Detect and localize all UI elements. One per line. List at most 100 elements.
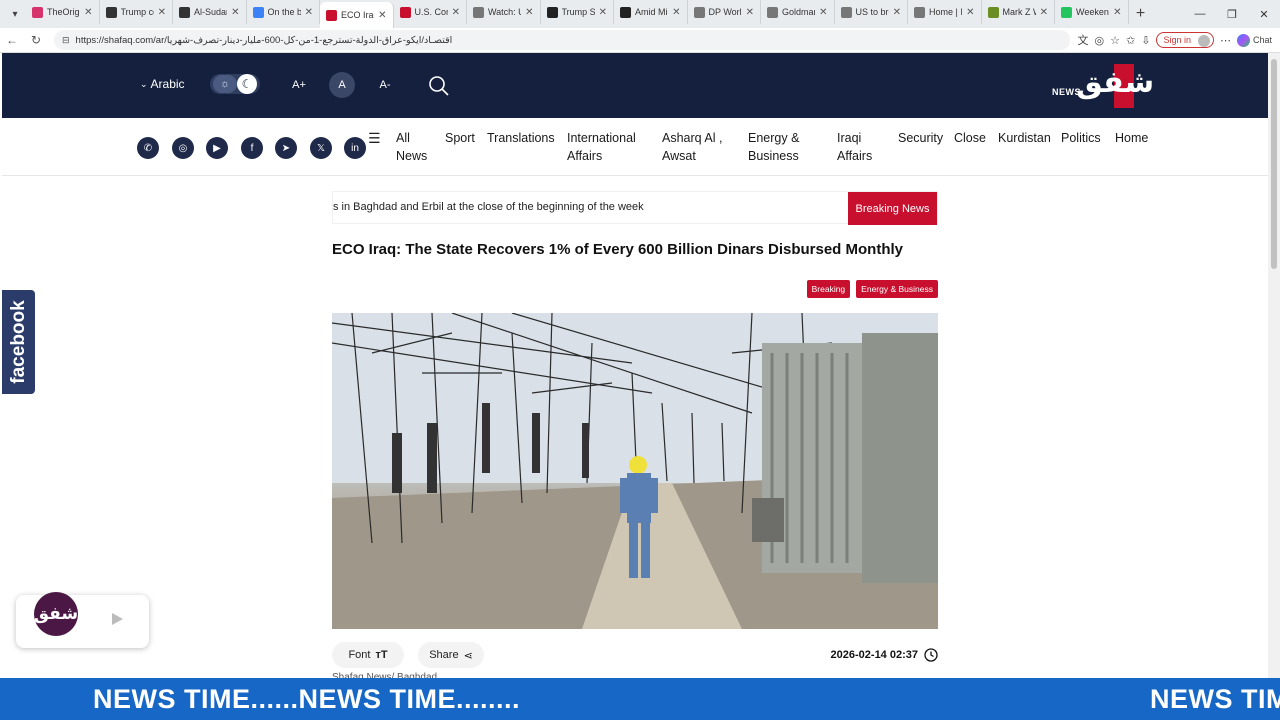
tab-close-icon[interactable]: ✕	[1113, 7, 1121, 18]
address-bar: ← ↻ ⊟ https://shafaq.com/ar/اقتصـاد/ايكو…	[0, 28, 1280, 53]
tab-close-icon[interactable]: ✕	[672, 7, 680, 18]
nav-item-international-affairs[interactable]: International Affairs	[567, 129, 636, 165]
font-reset-button[interactable]: A	[329, 72, 355, 98]
minimize-icon[interactable]: —	[1184, 0, 1216, 28]
nav-item-close[interactable]: Close	[954, 129, 986, 147]
play-icon[interactable]	[112, 613, 123, 625]
downloads-icon[interactable]: ⇩	[1141, 34, 1150, 47]
tab-close-icon[interactable]: ✕	[452, 7, 460, 18]
browser-tab[interactable]: Watch: Ur ✕	[467, 0, 541, 24]
nav-item-home[interactable]: Home	[1115, 129, 1148, 147]
whatsapp-icon[interactable]: ✆	[137, 137, 159, 159]
facebook-icon[interactable]: f	[241, 137, 263, 159]
browser-tab[interactable]: On the bri ✕	[247, 0, 320, 24]
back-icon[interactable]: ←	[0, 28, 24, 52]
tab-close-icon[interactable]: ✕	[966, 7, 974, 18]
browser-tab[interactable]: DP World ✕	[688, 0, 761, 24]
translate-icon[interactable]: 文	[1078, 32, 1089, 48]
url-text: https://shafaq.com/ar/اقتصـاد/ايكو-عراق-…	[75, 34, 453, 46]
nav-item-kurdistan[interactable]: Kurdistan	[998, 129, 1051, 147]
clock-icon	[924, 648, 938, 662]
telegram-icon[interactable]: ➤	[275, 137, 297, 159]
tab-list-chevron-icon[interactable]: ▾	[4, 3, 26, 25]
restore-icon[interactable]: ❐	[1216, 0, 1248, 28]
instagram-icon[interactable]: ◎	[172, 137, 194, 159]
tab-close-icon[interactable]: ✕	[746, 7, 754, 18]
menu-icon[interactable]: ☰	[368, 130, 381, 147]
browser-tab[interactable]: Al-Sudan ✕	[173, 0, 247, 24]
tab-close-icon[interactable]: ✕	[84, 7, 92, 18]
browser-tab[interactable]: Weekend ✕	[1055, 0, 1129, 24]
tab-close-icon[interactable]: ✕	[893, 7, 901, 18]
theme-toggle[interactable]: ☼ ☾	[210, 74, 260, 94]
more-menu-icon[interactable]: ⋯	[1220, 34, 1231, 47]
browser-tab[interactable]: TheOrigin ✕	[26, 0, 100, 24]
tag-breaking[interactable]: Breaking	[806, 280, 851, 298]
nav-item-sport[interactable]: Sport	[445, 129, 475, 147]
tab-close-icon[interactable]: ✕	[158, 7, 166, 18]
facebook-side-tab[interactable]: facebook	[2, 290, 35, 394]
site-info-icon[interactable]: ⊟	[62, 35, 70, 46]
url-field[interactable]: ⊟ https://shafaq.com/ar/اقتصـاد/ايكو-عرا…	[54, 30, 1070, 50]
browser-tab[interactable]: Amid Mini ✕	[614, 0, 688, 24]
share-icon: ⋖	[463, 649, 473, 662]
browser-tab[interactable]: US to brol ✕	[835, 0, 908, 24]
article-headline: ECO Iraq: The State Recovers 1% of Every…	[332, 241, 903, 258]
close-window-icon[interactable]: ✕	[1248, 0, 1280, 28]
refresh-icon[interactable]: ↻	[24, 28, 48, 52]
ticker-text: NEWS TIME......NEWS TIME........	[93, 684, 521, 714]
nav-item-label: Energy &	[748, 131, 800, 145]
nav-item-label: News	[396, 149, 428, 163]
page-scrollbar[interactable]	[1268, 53, 1280, 678]
reader-icon[interactable]: ◎	[1095, 34, 1105, 47]
tab-favicon-icon	[987, 6, 999, 18]
sign-in-button[interactable]: Sign in	[1156, 32, 1214, 48]
browser-tab[interactable]: ECO Iraq ✕	[320, 2, 394, 28]
browser-tab[interactable]: Home | M ✕	[908, 0, 982, 24]
nav-item-all-news[interactable]: All News	[396, 129, 427, 165]
nav-item-translations[interactable]: Translations	[487, 129, 555, 147]
language-selector[interactable]: ⌄ Arabic	[140, 77, 185, 91]
tab-close-icon[interactable]: ✕	[599, 7, 607, 18]
live-player-widget[interactable]: شفق	[16, 592, 149, 648]
nav-item-asharq-al-awsat[interactable]: Asharq Al , Awsat	[662, 129, 722, 165]
tab-close-icon[interactable]: ✕	[231, 7, 239, 18]
nav-item-label: Close	[954, 131, 986, 145]
tab-close-icon[interactable]: ✕	[819, 7, 827, 18]
tag-energy-business[interactable]: Energy & Business	[856, 280, 938, 298]
new-tab-icon[interactable]: +	[1129, 5, 1153, 23]
share-button[interactable]: Share ⋖	[418, 642, 484, 668]
logo-mark: شفق	[1076, 66, 1155, 99]
tab-close-icon[interactable]: ✕	[1040, 7, 1048, 18]
nav-item-energy-business[interactable]: Energy & Business	[748, 129, 799, 165]
tab-close-icon[interactable]: ✕	[525, 7, 533, 18]
nav-item-politics[interactable]: Politics	[1061, 129, 1101, 147]
browser-tab[interactable]: Trump Say ✕	[541, 0, 614, 24]
font-decrease-button[interactable]: A-	[372, 72, 398, 98]
favorite-star-icon[interactable]: ☆	[1110, 34, 1120, 47]
scrollbar-thumb[interactable]	[1271, 59, 1277, 269]
nav-item-label: All	[396, 131, 410, 145]
site-logo[interactable]: شفق NEWS	[1050, 61, 1154, 109]
linkedin-icon[interactable]: in	[344, 137, 366, 159]
browser-tab[interactable]: Mark Z W ✕	[982, 0, 1055, 24]
favorites-icon[interactable]: ✩	[1126, 34, 1135, 47]
nav-item-iraqi-affairs[interactable]: Iraqi Affairs	[837, 129, 872, 165]
browser-tab[interactable]: Trump cor ✕	[100, 0, 173, 24]
nav-item-security[interactable]: Security	[898, 129, 943, 147]
nav-item-label: Translations	[487, 131, 555, 145]
browser-tab[interactable]: U.S. Cong ✕	[394, 0, 467, 24]
font-increase-button[interactable]: A+	[286, 72, 312, 98]
search-icon[interactable]	[428, 75, 450, 97]
tab-close-icon[interactable]: ✕	[305, 7, 313, 18]
browser-tab[interactable]: Goldman ✕	[761, 0, 835, 24]
tab-favicon-icon	[1061, 6, 1072, 18]
breaking-news-text[interactable]: s in Baghdad and Erbil at the close of t…	[333, 201, 644, 213]
chat-button[interactable]: Chat	[1236, 33, 1272, 47]
copilot-icon	[1236, 33, 1250, 47]
x-icon[interactable]: 𝕏	[310, 137, 332, 159]
youtube-icon[interactable]: ▶	[206, 137, 228, 159]
font-size-button[interactable]: Font ᴛT	[332, 642, 404, 668]
tab-close-icon[interactable]: ✕	[378, 10, 386, 21]
language-label: Arabic	[150, 77, 185, 91]
